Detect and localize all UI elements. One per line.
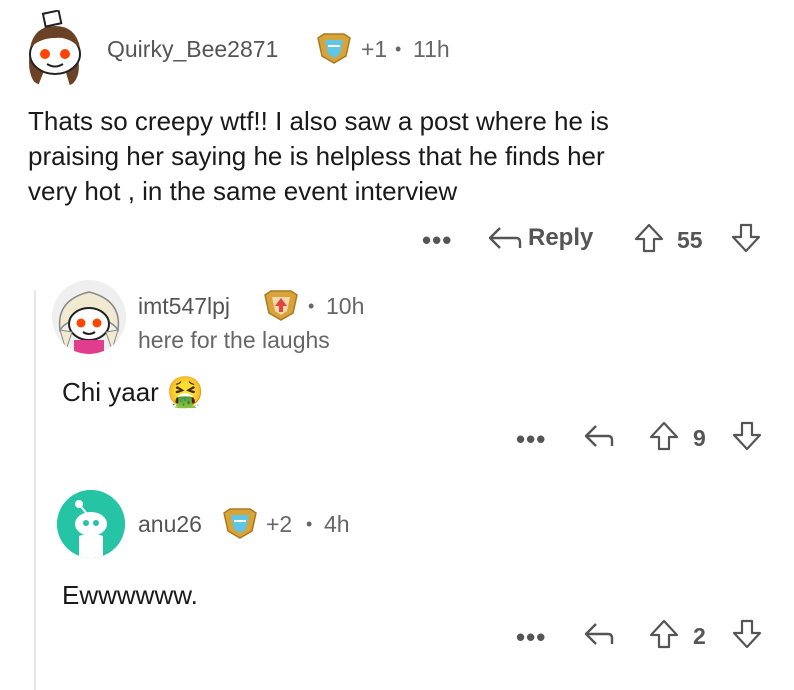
user-avatar[interactable] xyxy=(57,490,125,558)
username[interactable]: anu26 xyxy=(138,511,202,538)
user-flair: here for the laughs xyxy=(138,327,330,353)
user-avatar[interactable] xyxy=(52,280,126,354)
comment-body: Thats so creepy wtf!! I also saw a post … xyxy=(28,104,788,209)
award-count: +2 xyxy=(266,511,293,537)
upvote-button[interactable] xyxy=(648,420,680,452)
more-options-button[interactable]: ••• xyxy=(516,424,546,455)
downvote-button[interactable] xyxy=(730,222,762,254)
user-avatar[interactable] xyxy=(16,10,94,88)
timestamp: 4h xyxy=(324,511,350,537)
meta-separator: • xyxy=(306,514,313,534)
reply-button[interactable] xyxy=(582,620,614,648)
reply-arrow-icon xyxy=(584,623,614,645)
vomit-emoji-icon: 🤮 xyxy=(166,375,205,409)
meta-separator: • xyxy=(395,39,402,59)
upvote-button[interactable] xyxy=(633,222,665,254)
reply-button[interactable]: Reply xyxy=(486,224,593,252)
comment-line: Thats so creepy wtf!! I also saw a post … xyxy=(28,106,609,136)
meta-separator: • xyxy=(308,296,315,316)
comment-line: praising her saying he is helpless that … xyxy=(28,141,605,171)
vote-score: 9 xyxy=(693,425,706,451)
downvote-arrow-icon xyxy=(732,421,762,451)
downvote-button[interactable] xyxy=(731,420,763,452)
comment-text: Ewwwwww. xyxy=(62,580,198,610)
upvote-arrow-icon xyxy=(649,619,679,649)
comment-line: very hot , in the same event interview xyxy=(28,176,458,206)
upvote-button[interactable] xyxy=(648,618,680,650)
vote-score: 2 xyxy=(693,623,706,649)
reply-label: Reply xyxy=(528,224,594,251)
username[interactable]: imt547lpj xyxy=(138,293,230,320)
downvote-arrow-icon xyxy=(731,223,761,253)
award-badge-icon[interactable] xyxy=(222,507,258,539)
comment-body: Chi yaar 🤮 xyxy=(62,375,204,410)
default-snoo-avatar-icon xyxy=(57,490,125,558)
comment-text: Chi yaar xyxy=(62,377,159,407)
timestamp: 11h xyxy=(413,36,450,62)
snoo-girl-avatar-icon xyxy=(29,10,81,86)
snoo-blonde-avatar-icon xyxy=(52,280,126,354)
timestamp: 10h xyxy=(326,293,365,319)
rank-badge-icon[interactable] xyxy=(263,289,299,321)
more-options-button[interactable]: ••• xyxy=(422,225,452,256)
vote-score: 55 xyxy=(677,227,703,253)
reply-arrow-icon xyxy=(584,425,614,447)
award-badge-icon[interactable] xyxy=(316,32,352,64)
username[interactable]: Quirky_Bee2871 xyxy=(107,36,278,63)
downvote-button[interactable] xyxy=(731,618,763,650)
thread-line xyxy=(34,290,36,690)
upvote-arrow-icon xyxy=(649,421,679,451)
award-count: +1 xyxy=(361,36,388,62)
upvote-arrow-icon xyxy=(634,223,664,253)
reply-button[interactable] xyxy=(582,422,614,450)
more-options-button[interactable]: ••• xyxy=(516,622,546,653)
reply-arrow-icon xyxy=(488,227,522,249)
downvote-arrow-icon xyxy=(732,619,762,649)
